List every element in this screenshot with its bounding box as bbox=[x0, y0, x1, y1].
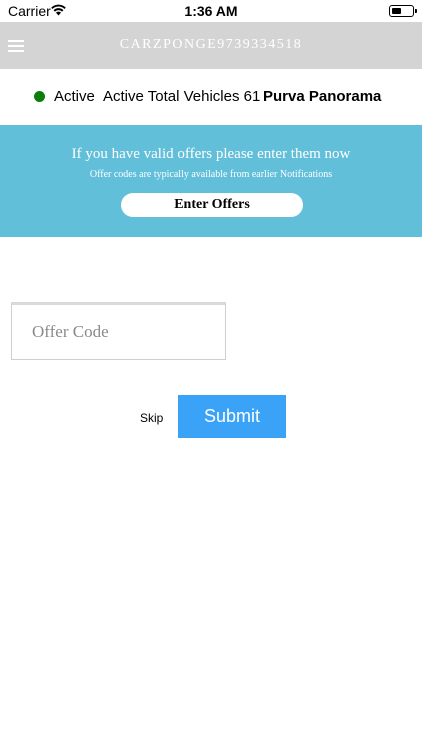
active-status-dot-icon bbox=[34, 91, 45, 102]
status-row: Active Active Total Vehicles 61 Purva Pa… bbox=[0, 85, 422, 109]
offer-banner: If you have valid offers please enter th… bbox=[0, 125, 422, 237]
offer-banner-title: If you have valid offers please enter th… bbox=[71, 146, 351, 162]
battery-icon bbox=[389, 5, 417, 17]
status-clock: 1:36 AM bbox=[184, 3, 238, 19]
enter-offers-button[interactable]: Enter Offers bbox=[121, 193, 303, 217]
skip-button[interactable]: Skip bbox=[140, 411, 163, 425]
location-label: Purva Panorama bbox=[263, 88, 382, 105]
status-label: Active bbox=[54, 88, 95, 105]
status-bar: Carrier 1:36 AM bbox=[0, 0, 422, 22]
total-vehicles-label: Active Total Vehicles 61 bbox=[103, 88, 261, 105]
nav-bar: CARZPONGE9739334518 bbox=[0, 22, 422, 69]
nav-title: CARZPONGE9739334518 bbox=[119, 37, 303, 52]
offer-banner-subtitle: Offer codes are typically available from… bbox=[89, 169, 333, 180]
submit-button[interactable]: Submit bbox=[178, 395, 286, 438]
offer-code-input[interactable] bbox=[11, 302, 226, 360]
